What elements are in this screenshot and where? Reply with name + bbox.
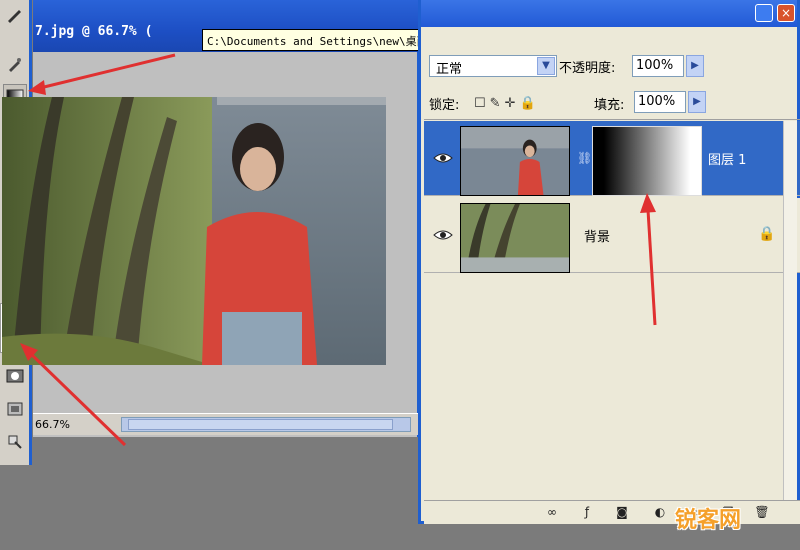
history-brush-tool-icon[interactable]	[3, 54, 27, 76]
blend-mode-select[interactable]: 正常 ▼	[429, 55, 557, 77]
watermark-logo: 锐客网	[675, 508, 742, 533]
layer-row-background[interactable]: 背景 🔒	[424, 198, 800, 273]
zoom-level[interactable]: 66.7%	[35, 418, 70, 431]
chevron-down-icon[interactable]: ▼	[537, 57, 555, 75]
layer-name[interactable]: 背景	[584, 226, 610, 245]
lock-transparent-icon[interactable]: ☐	[474, 96, 490, 111]
lock-label: 锁定:	[429, 98, 460, 113]
document-photo[interactable]	[2, 97, 386, 365]
mask-link-icon[interactable]: ⛓	[577, 151, 592, 165]
brush-tool-icon[interactable]	[3, 4, 27, 26]
layers-panel: × 正常 ▼ 不透明度: 100% ▶ 锁定: ☐✎✛🔒 填充: 100% ▶	[418, 0, 800, 524]
fill-label: 填充:	[594, 98, 625, 113]
eye-icon[interactable]	[432, 149, 454, 167]
fill-slider-arrow-icon[interactable]: ▶	[688, 91, 706, 113]
adjustment-layer-icon[interactable]: ◐	[652, 504, 668, 520]
opacity-label: 不透明度:	[559, 61, 616, 76]
opacity-input[interactable]: 100%	[632, 55, 684, 77]
lock-image-icon[interactable]: ✎	[490, 96, 505, 111]
close-button[interactable]: ×	[777, 4, 795, 22]
lock-all-icon[interactable]: 🔒	[519, 96, 539, 111]
fill-input[interactable]: 100%	[634, 91, 686, 113]
lock-icon: 🔒	[758, 226, 776, 242]
panel-scrollbar[interactable]	[783, 121, 797, 521]
layer-thumbnail[interactable]	[460, 203, 570, 273]
link-layers-icon[interactable]: ∞	[544, 504, 560, 520]
lock-position-icon[interactable]: ✛	[505, 96, 520, 111]
lock-options: ☐✎✛🔒	[474, 96, 540, 111]
layer-style-icon[interactable]: ƒ	[579, 504, 595, 520]
layer-mask-thumbnail[interactable]	[592, 126, 702, 196]
layer-thumbnail[interactable]	[460, 126, 570, 196]
document-status-bar: 66.7%	[33, 413, 418, 435]
minimize-button[interactable]	[755, 4, 773, 22]
quick-mask-icon[interactable]	[3, 365, 27, 387]
blend-opacity-row: 正常 ▼ 不透明度: 100% ▶	[421, 51, 797, 81]
blend-mode-value: 正常	[436, 62, 463, 77]
layer-row-layer1[interactable]: ⛓ 图层 1	[424, 121, 800, 196]
panel-title-bar[interactable]: ×	[421, 0, 797, 27]
document-title: 7.jpg @ 66.7% (	[35, 24, 153, 39]
add-mask-icon[interactable]: ◙	[614, 504, 630, 520]
divider	[424, 119, 800, 120]
jump-to-imageready-icon[interactable]	[3, 430, 27, 452]
layer-name[interactable]: 图层 1	[708, 149, 746, 168]
opacity-slider-arrow-icon[interactable]: ▶	[686, 55, 704, 77]
screen-mode-icon[interactable]	[3, 398, 27, 420]
eye-icon[interactable]	[432, 226, 454, 244]
scrollbar-thumb[interactable]	[128, 419, 393, 430]
horizontal-scrollbar[interactable]	[121, 417, 411, 432]
